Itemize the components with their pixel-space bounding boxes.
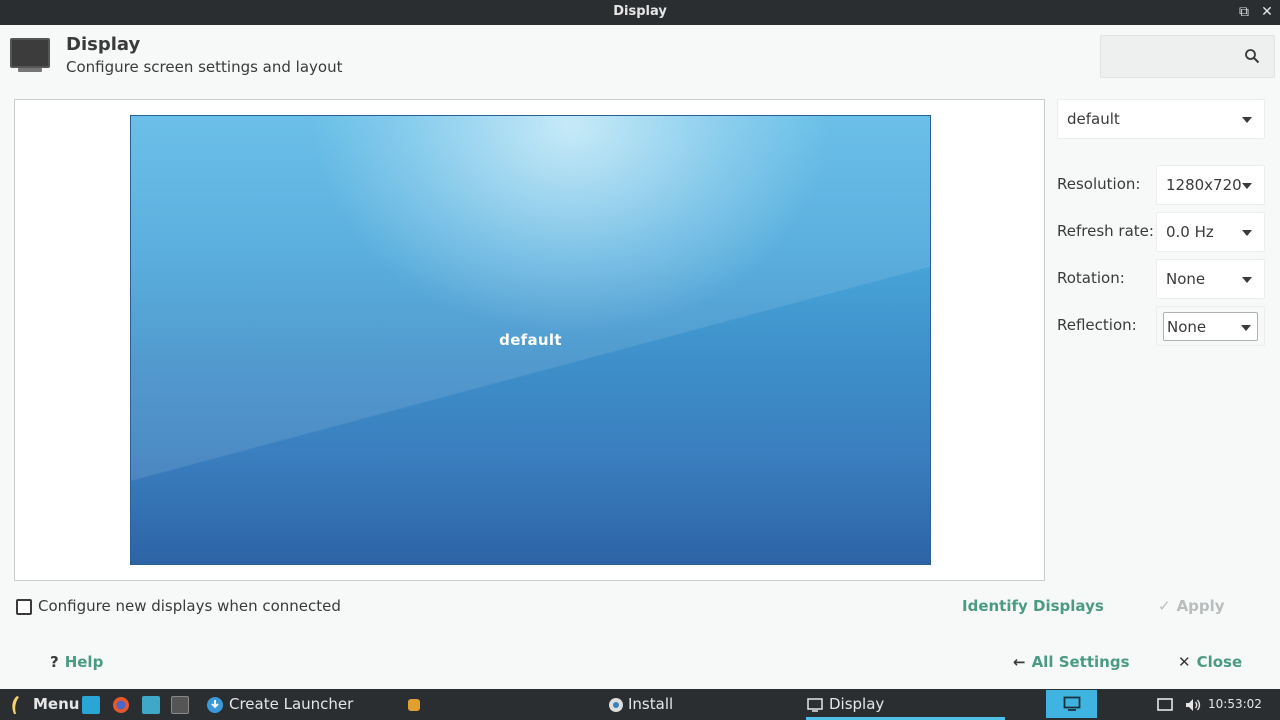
- reflection-label: Reflection:: [1057, 316, 1137, 334]
- show-desktop-button[interactable]: [1046, 690, 1097, 718]
- window-title: Display: [613, 4, 667, 19]
- output-select[interactable]: default: [1057, 99, 1265, 139]
- search-icon: [1245, 49, 1260, 64]
- volume-icon[interactable]: [1184, 696, 1202, 714]
- apply-button[interactable]: ✓ Apply: [1158, 597, 1225, 615]
- chevron-down-icon: [1242, 183, 1252, 189]
- help-button[interactable]: ? Help: [50, 653, 103, 671]
- installer-icon: [609, 698, 623, 712]
- monitor-label: default: [499, 331, 562, 349]
- page-title: Display: [66, 34, 141, 55]
- resolution-label: Resolution:: [1057, 175, 1141, 193]
- task-display[interactable]: Display: [829, 689, 884, 720]
- chevron-down-icon: [1241, 325, 1251, 331]
- firefox-icon[interactable]: [112, 696, 130, 714]
- monitor-default[interactable]: default: [130, 115, 931, 565]
- rotation-label: Rotation:: [1057, 269, 1125, 287]
- configure-new-displays-checkbox[interactable]: [16, 599, 32, 615]
- help-label: Help: [64, 653, 104, 671]
- close-window-button[interactable]: ✕: [1258, 3, 1276, 21]
- restore-window-button[interactable]: ⧉: [1235, 3, 1253, 21]
- notification-icon[interactable]: [1156, 696, 1174, 714]
- all-settings-label: All Settings: [1031, 653, 1130, 671]
- rotation-select[interactable]: None: [1156, 259, 1265, 299]
- all-settings-button[interactable]: ← All Settings: [1013, 653, 1130, 671]
- clock: 10:53:02 am: [1208, 697, 1262, 711]
- refresh-rate-label: Refresh rate:: [1057, 222, 1154, 240]
- rotation-value: None: [1166, 270, 1206, 288]
- display-settings-icon: [10, 38, 50, 74]
- menu-button[interactable]: Menu: [33, 689, 79, 720]
- tray-app-icon[interactable]: [408, 699, 420, 711]
- task-create-launcher[interactable]: Create Launcher: [229, 689, 353, 720]
- reflection-value: None: [1167, 318, 1207, 336]
- chevron-down-icon: [1242, 277, 1252, 283]
- display-layout-preview: default: [14, 99, 1045, 581]
- taskbar: Menu Create Launcher Install Display 10:…: [0, 689, 1280, 720]
- configure-new-displays-label: Configure new displays when connected: [38, 597, 341, 615]
- menu-logo-icon[interactable]: [8, 695, 24, 715]
- display-icon: [807, 698, 823, 712]
- page-subtitle: Configure screen settings and layout: [66, 58, 343, 76]
- chevron-down-icon: [1242, 117, 1252, 123]
- refresh-rate-value: 0.0 Hz: [1166, 223, 1214, 241]
- arrow-left-icon: ←: [1013, 653, 1026, 671]
- reflection-select[interactable]: None: [1156, 306, 1265, 346]
- output-select-value: default: [1067, 110, 1120, 128]
- download-icon: [207, 697, 223, 713]
- close-button[interactable]: ✕ Close: [1178, 653, 1242, 671]
- close-label: Close: [1196, 653, 1243, 671]
- apply-label: Apply: [1176, 597, 1225, 615]
- help-icon: ?: [50, 653, 59, 671]
- identify-displays-button[interactable]: Identify Displays: [962, 597, 1104, 615]
- resolution-select[interactable]: 1280x720: [1156, 165, 1265, 205]
- folder-icon[interactable]: [142, 696, 160, 714]
- chevron-down-icon: [1242, 230, 1252, 236]
- terminal-icon[interactable]: [171, 696, 189, 714]
- file-manager-launcher-icon[interactable]: [82, 696, 100, 714]
- refresh-rate-select[interactable]: 0.0 Hz: [1156, 212, 1265, 252]
- task-install[interactable]: Install: [628, 689, 673, 720]
- monitor-icon: [1063, 696, 1081, 711]
- resolution-value: 1280x720: [1166, 176, 1242, 194]
- window-titlebar: Display ⧉ ✕: [0, 0, 1280, 25]
- close-icon: ✕: [1178, 653, 1191, 671]
- check-icon: ✓: [1158, 597, 1171, 615]
- search-input[interactable]: [1100, 35, 1275, 78]
